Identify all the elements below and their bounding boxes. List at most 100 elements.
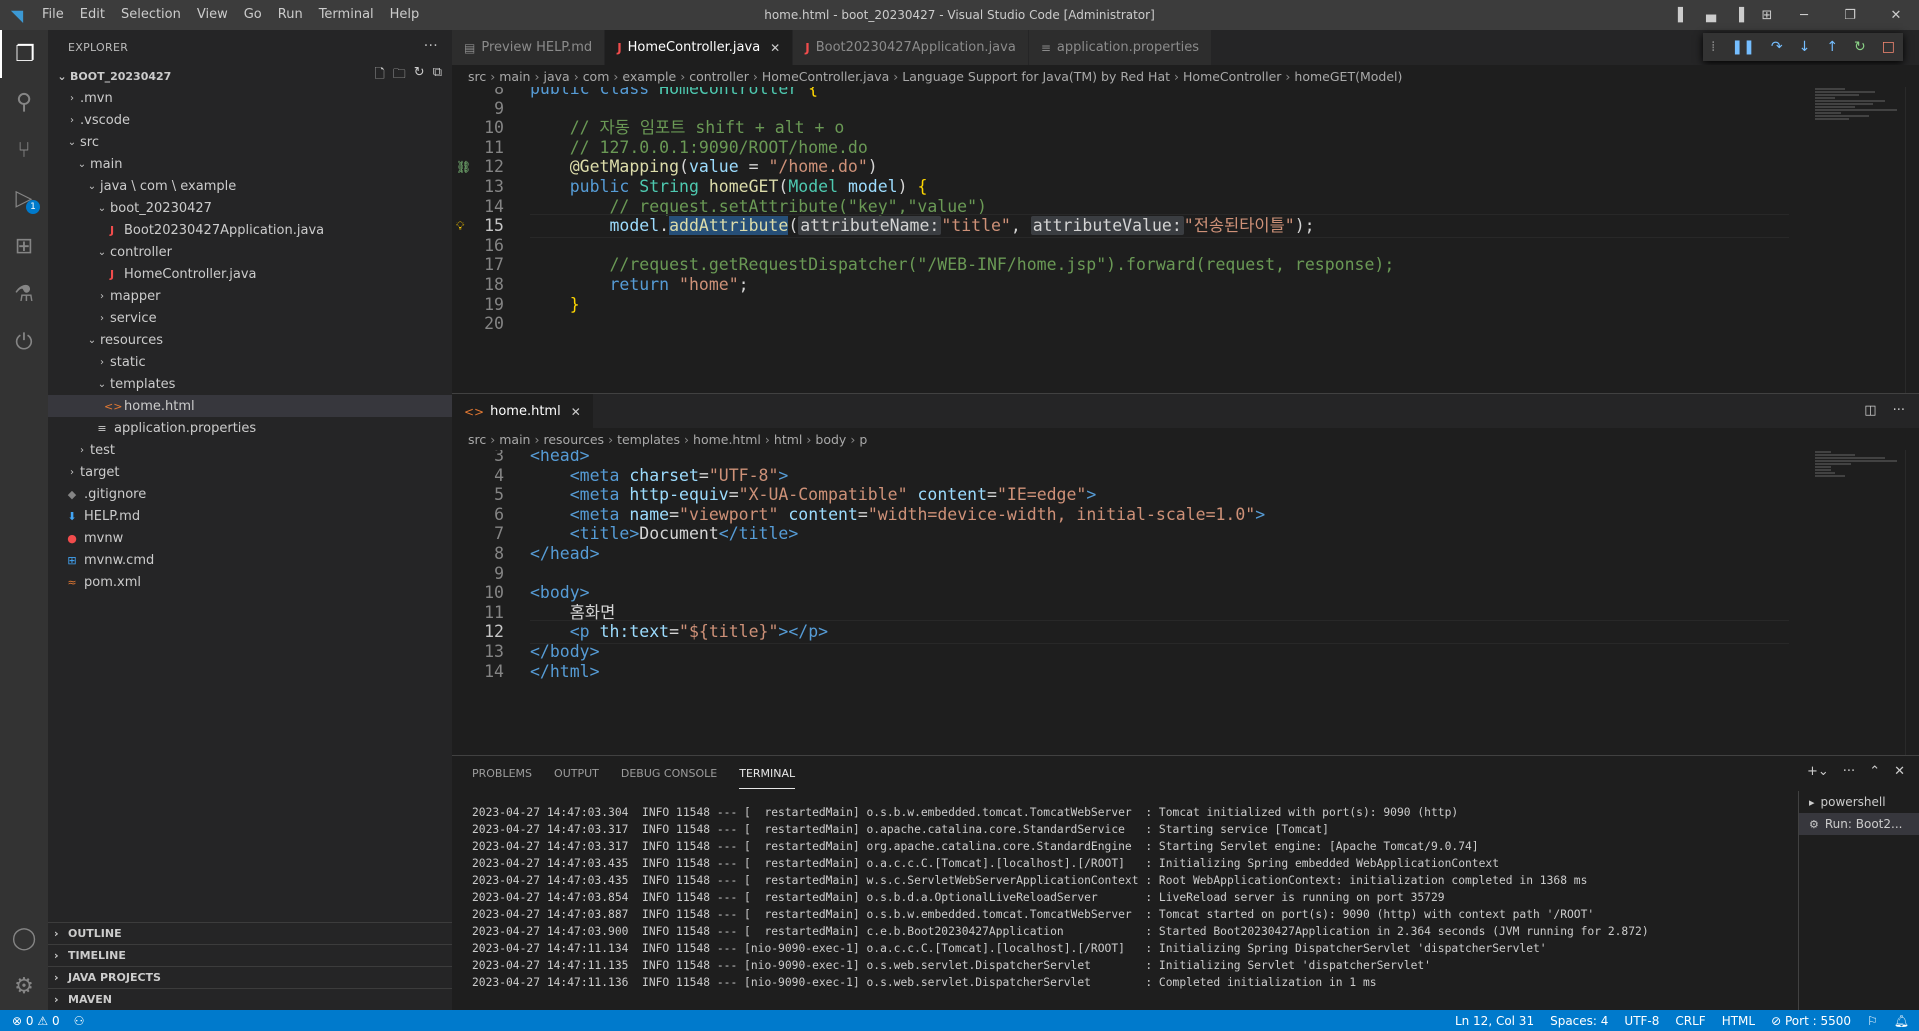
tree-item[interactable]: ⌄ main — [48, 153, 452, 175]
tree-item[interactable]: ≡ application.properties — [48, 417, 452, 439]
tree-item[interactable]: J HomeController.java — [48, 263, 452, 285]
testing-icon[interactable]: ⚗ — [0, 270, 48, 318]
tree-item[interactable]: ⬇ HELP.md — [48, 505, 452, 527]
settings-gear-icon[interactable]: ⚙ — [0, 962, 48, 1010]
tree-item[interactable]: ⊞ mvnw.cmd — [48, 549, 452, 571]
remote-explorer-icon[interactable]: ⏻ — [0, 318, 48, 366]
tree-item[interactable]: › service — [48, 307, 452, 329]
indentation[interactable]: Spaces: 4 — [1550, 1014, 1608, 1028]
restart-icon[interactable]: ↻ — [1854, 39, 1866, 55]
more-actions-icon[interactable]: ··· — [424, 38, 438, 54]
terminal-run-boot[interactable]: ⚙ Run: Boot2... — [1799, 813, 1919, 835]
language-mode[interactable]: HTML — [1722, 1014, 1755, 1028]
tree-item[interactable]: › .vscode — [48, 109, 452, 131]
breadcrumb-item[interactable]: main — [499, 69, 530, 84]
tree-item[interactable]: ◆ .gitignore — [48, 483, 452, 505]
pause-icon[interactable]: ❚❚ — [1731, 39, 1754, 55]
source-control-icon[interactable]: ⑂ — [0, 126, 48, 174]
extensions-icon[interactable]: ⊞ — [0, 222, 48, 270]
tree-item[interactable]: ⌄ resources — [48, 329, 452, 351]
menu-run[interactable]: Run — [270, 0, 311, 30]
section-outline[interactable]: › OUTLINE — [48, 922, 452, 944]
workspace-root[interactable]: ⌄ BOOT_20230427 🗋 🗀 ↻ ⧉ — [48, 65, 452, 87]
split-editor-icon[interactable]: ◫ — [1864, 403, 1876, 418]
tab-problems[interactable]: PROBLEMS — [472, 759, 532, 788]
menu-help[interactable]: Help — [382, 0, 428, 30]
tree-item[interactable]: ⌄ java \ com \ example — [48, 175, 452, 197]
tab-terminal[interactable]: TERMINAL — [739, 759, 796, 789]
notifications-icon[interactable]: 🔔︎ — [1894, 1014, 1909, 1028]
tree-item[interactable]: › test — [48, 439, 452, 461]
code-editor-top[interactable]: 8 public class HomeController {9 10 // 자동 … — [452, 87, 1919, 393]
cursor-position[interactable]: Ln 12, Col 31 — [1455, 1014, 1534, 1028]
menu-selection[interactable]: Selection — [113, 0, 189, 30]
tab-debug-console[interactable]: DEBUG CONSOLE — [621, 759, 717, 788]
breadcrumb-item[interactable]: HomeController.java — [762, 69, 889, 84]
close-panel-icon[interactable]: ✕ — [1894, 764, 1905, 779]
end-of-line[interactable]: CRLF — [1675, 1014, 1705, 1028]
breadcrumb-item[interactable]: p — [859, 432, 867, 447]
new-folder-icon[interactable]: 🗀 — [393, 65, 406, 87]
breadcrumb-item[interactable]: templates — [617, 432, 680, 447]
tree-item[interactable]: J Boot20230427Application.java — [48, 219, 452, 241]
tab-application-properties[interactable]: ≡ application.properties — [1028, 30, 1213, 65]
code-editor-bottom[interactable]: 3 <head> 4 <meta charset="UTF-8"> 5 <meta h… — [452, 450, 1919, 755]
breadcrumb-item[interactable]: main — [499, 432, 530, 447]
run-debug-icon[interactable]: ▷ 1 — [0, 174, 48, 222]
menu-terminal[interactable]: Terminal — [311, 0, 382, 30]
breadcrumb-item[interactable]: homeGET(Model) — [1294, 69, 1402, 84]
breadcrumb-item[interactable]: src — [468, 69, 486, 84]
tab-output[interactable]: OUTPUT — [554, 759, 599, 788]
close-window-icon[interactable]: ✕ — [1873, 8, 1919, 23]
debug-status-icon[interactable]: ⚇ — [74, 1014, 85, 1028]
tree-item[interactable]: ⌄ controller — [48, 241, 452, 263]
section-timeline[interactable]: › TIMELINE — [48, 944, 452, 966]
problems-status[interactable]: ⊗ 0 ⚠ 0 — [12, 1014, 60, 1028]
new-file-icon[interactable]: 🗋 — [374, 65, 384, 87]
menu-file[interactable]: File — [34, 0, 72, 30]
refresh-icon[interactable]: ↻ — [414, 65, 425, 87]
minimize-icon[interactable]: ─ — [1781, 8, 1827, 23]
tree-item[interactable]: › .mvn — [48, 87, 452, 109]
tree-item[interactable]: ● mvnw — [48, 527, 452, 549]
terminal-powershell[interactable]: ▸ powershell — [1799, 791, 1919, 813]
tab-home-html[interactable]: <> home.html ✕ — [452, 394, 594, 429]
tree-item[interactable]: › target — [48, 461, 452, 483]
tree-item[interactable]: ⌄ boot_20230427 — [48, 197, 452, 219]
code-line[interactable]: 20 — [452, 312, 1919, 336]
collapse-all-icon[interactable]: ⧉ — [433, 65, 442, 87]
maximize-panel-icon[interactable]: ⌃ — [1869, 764, 1880, 779]
section-maven[interactable]: › MAVEN — [48, 988, 452, 1010]
breadcrumb-item[interactable]: body — [815, 432, 846, 447]
step-over-icon[interactable]: ↷ — [1771, 39, 1783, 55]
close-tab-icon[interactable]: ✕ — [571, 405, 581, 419]
toggle-secondary-sidebar-icon[interactable]: ▐ — [1725, 8, 1753, 23]
tab-homecontroller[interactable]: J HomeController.java ✕ — [605, 30, 794, 65]
breadcrumb-item[interactable]: src — [468, 432, 486, 447]
tree-item[interactable]: ⌄ templates — [48, 373, 452, 395]
tree-item[interactable]: <> home.html — [48, 395, 452, 417]
search-icon[interactable]: ⚲ — [0, 78, 48, 126]
step-into-icon[interactable]: ↓ — [1799, 39, 1811, 55]
feedback-icon[interactable]: ⚐ — [1867, 1014, 1878, 1028]
tree-item[interactable]: ⌄ src — [48, 131, 452, 153]
breadcrumb-item[interactable]: java — [543, 69, 569, 84]
terminal-output[interactable]: 2023-04-27 14:47:03.304 INFO 11548 --- [… — [472, 804, 1792, 991]
explorer-icon[interactable]: ❐ — [0, 30, 48, 78]
menu-go[interactable]: Go — [236, 0, 270, 30]
drag-handle-icon[interactable]: ⁞ — [1711, 39, 1715, 55]
close-tab-icon[interactable]: ✕ — [770, 41, 780, 55]
menu-view[interactable]: View — [189, 0, 236, 30]
tree-item[interactable]: ≈ pom.xml — [48, 571, 452, 593]
tab-boot-application[interactable]: J Boot20230427Application.java — [793, 30, 1029, 65]
breadcrumb-item[interactable]: Language Support for Java(TM) by Red Hat — [902, 69, 1170, 84]
customize-layout-icon[interactable]: ⊞ — [1753, 8, 1781, 23]
tab-preview-help[interactable]: ▤ Preview HELP.md — [452, 30, 606, 65]
breadcrumb-item[interactable]: home.html — [693, 432, 761, 447]
tree-item[interactable]: › mapper — [48, 285, 452, 307]
more-actions-icon[interactable]: ··· — [1843, 764, 1855, 779]
breadcrumb-item[interactable]: resources — [543, 432, 604, 447]
tree-item[interactable]: › static — [48, 351, 452, 373]
toggle-sidebar-icon[interactable]: ▌ — [1669, 8, 1697, 23]
stop-icon[interactable]: □ — [1882, 39, 1895, 55]
